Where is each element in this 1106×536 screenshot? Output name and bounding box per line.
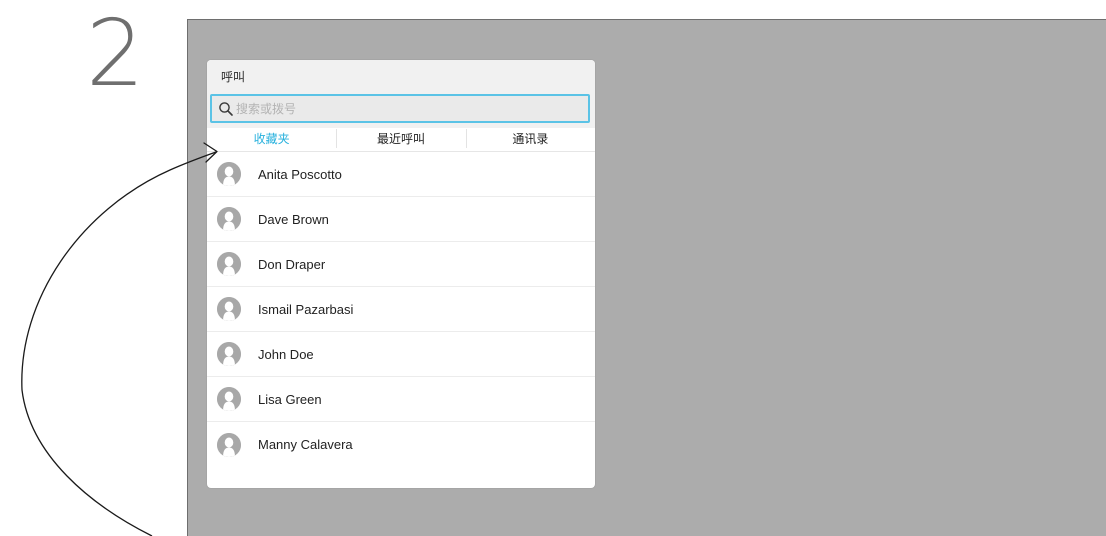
contact-name: Anita Poscotto bbox=[258, 166, 342, 182]
contact-name: Don Draper bbox=[258, 256, 326, 272]
contact-item[interactable]: John Doe bbox=[207, 332, 595, 377]
tab-recent-calls[interactable]: 最近呼叫 bbox=[336, 126, 465, 151]
avatar-icon bbox=[217, 162, 241, 186]
search-input[interactable] bbox=[236, 101, 556, 116]
tab-favorites[interactable]: 收藏夹 bbox=[207, 126, 336, 151]
contact-item[interactable]: Manny Calavera bbox=[207, 422, 595, 467]
dialog-tabs: 收藏夹 最近呼叫 通讯录 bbox=[207, 126, 595, 152]
search-row bbox=[207, 92, 595, 128]
avatar-icon bbox=[217, 342, 241, 366]
contact-item[interactable]: Don Draper bbox=[207, 242, 595, 287]
contact-item[interactable]: Anita Poscotto bbox=[207, 152, 595, 197]
contact-name: Dave Brown bbox=[258, 211, 329, 227]
search-box[interactable] bbox=[210, 94, 590, 123]
tab-directory[interactable]: 通讯录 bbox=[465, 126, 595, 151]
search-icon bbox=[218, 101, 234, 117]
contact-name: Lisa Green bbox=[258, 391, 322, 407]
avatar-icon bbox=[217, 252, 241, 276]
contact-list: Anita Poscotto Dave Brown Don Draper Ism… bbox=[207, 152, 595, 467]
dialog-title: 呼叫 bbox=[207, 60, 595, 92]
contact-item[interactable]: Lisa Green bbox=[207, 377, 595, 422]
contact-name: Ismail Pazarbasi bbox=[258, 301, 354, 317]
instruction-figure: 2 呼叫 收藏夹 最近呼叫 通讯录 bbox=[0, 0, 1106, 536]
avatar-icon bbox=[217, 387, 241, 411]
contact-item[interactable]: Ismail Pazarbasi bbox=[207, 287, 595, 332]
call-dialog: 呼叫 收藏夹 最近呼叫 通讯录 Anita bbox=[207, 60, 595, 488]
contact-name: Manny Calavera bbox=[258, 437, 353, 452]
contact-item[interactable]: Dave Brown bbox=[207, 197, 595, 242]
avatar-icon bbox=[217, 207, 241, 231]
contact-name: John Doe bbox=[258, 346, 314, 362]
step-number: 2 bbox=[86, 0, 145, 107]
avatar-icon bbox=[217, 432, 241, 457]
avatar-icon bbox=[217, 297, 241, 321]
